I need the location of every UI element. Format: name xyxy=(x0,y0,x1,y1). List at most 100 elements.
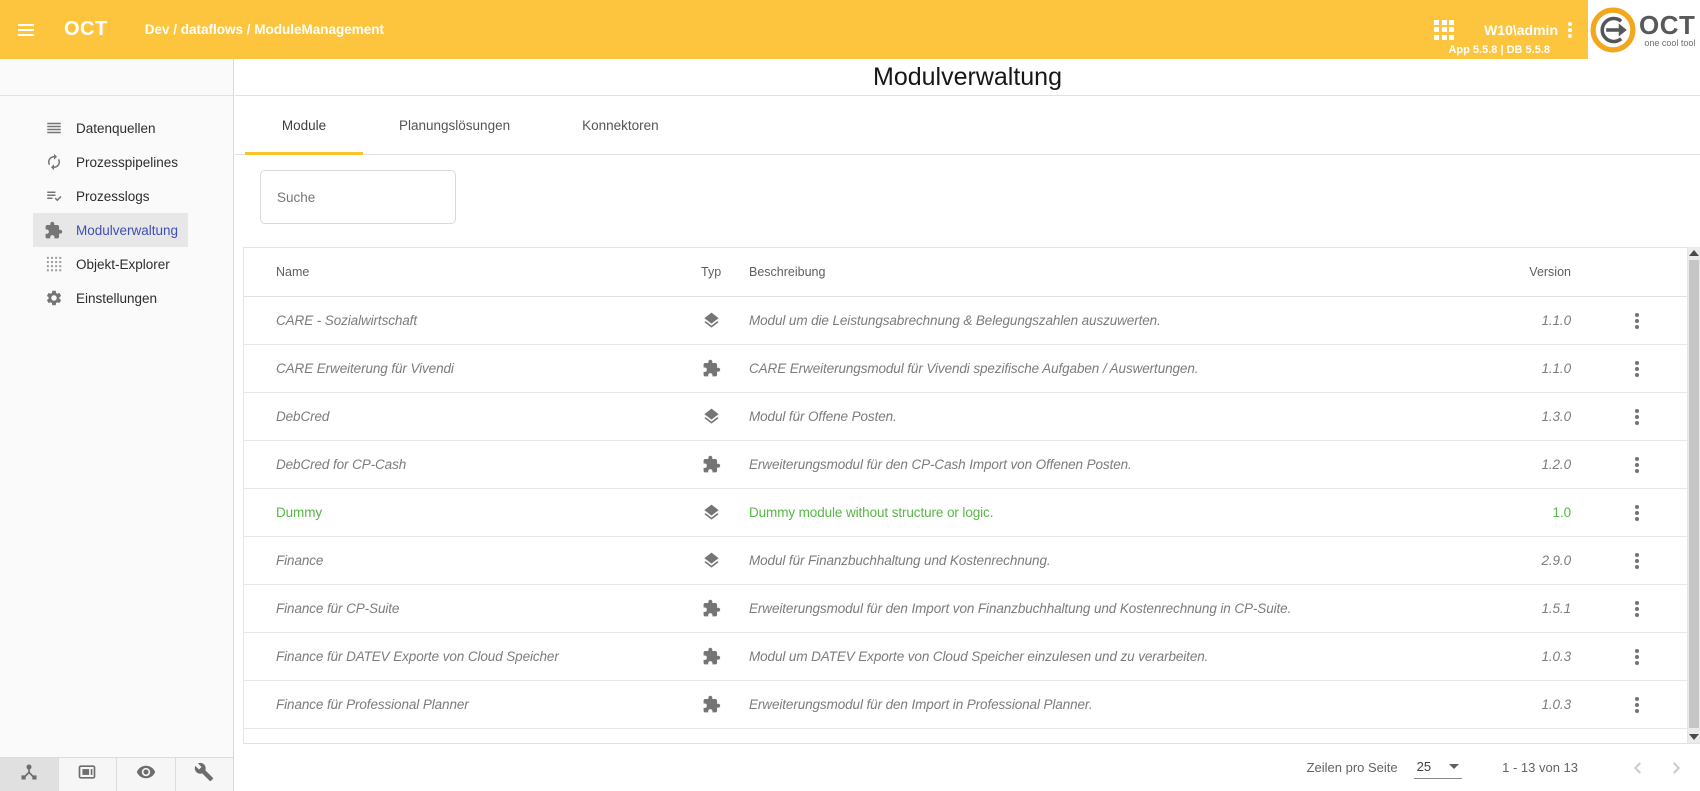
menu-icon[interactable] xyxy=(18,21,34,39)
sidebar-item-einstellungen[interactable]: Einstellungen xyxy=(33,281,167,315)
row-menu-icon[interactable] xyxy=(1633,453,1641,477)
module-version: 1.1.0 xyxy=(1486,313,1571,328)
table-row[interactable]: CARE Erweiterung für Vivendi CARE Erweit… xyxy=(244,345,1687,393)
column-header-beschreibung: Beschreibung xyxy=(733,265,1486,279)
module-name: DebCred xyxy=(244,409,689,424)
table-row[interactable]: Finance für DATEV Exporte von Cloud Spei… xyxy=(244,633,1687,681)
module-version: 1.3.0 xyxy=(1486,409,1571,424)
module-description: Erweiterungsmodul für den Import in Prof… xyxy=(733,697,1486,712)
user-menu[interactable]: W10\admin xyxy=(1484,20,1572,40)
next-page-button[interactable] xyxy=(1664,756,1688,780)
table-row[interactable]: Finance Modul für Finanzbuchhaltung und … xyxy=(244,537,1687,585)
column-header-version: Version xyxy=(1486,265,1571,279)
scrollbar-thumb[interactable] xyxy=(1689,260,1699,728)
sidebar-item-label: Objekt-Explorer xyxy=(76,257,170,272)
tool-flow-view[interactable] xyxy=(0,758,59,791)
tab-module[interactable]: Module xyxy=(245,96,363,154)
module-description: Erweiterungsmodul für den CP-Cash Import… xyxy=(733,457,1486,472)
row-menu-icon[interactable] xyxy=(1633,501,1641,525)
tool-preview[interactable] xyxy=(117,758,176,791)
sync-icon xyxy=(44,153,63,172)
table-row[interactable]: Dummy Dummy module without structure or … xyxy=(244,489,1687,537)
apps-grid-icon[interactable] xyxy=(1434,20,1454,40)
search-box xyxy=(260,170,456,224)
table-row[interactable]: CARE - Sozialwirtschaft Modul um die Lei… xyxy=(244,297,1687,345)
logo-title: OCT xyxy=(1639,12,1695,38)
module-version: 1.2.0 xyxy=(1486,457,1571,472)
module-name: CARE - Sozialwirtschaft xyxy=(244,313,689,328)
scroll-up-icon[interactable] xyxy=(1689,250,1699,256)
panel-icon xyxy=(77,762,97,787)
layers-icon xyxy=(689,407,733,426)
gear-icon xyxy=(44,289,63,308)
version-info: App 5.5.8 | DB 5.5.8 xyxy=(1448,44,1550,56)
row-menu-icon[interactable] xyxy=(1633,645,1641,669)
caret-down-icon xyxy=(1449,764,1459,769)
sidebar-item-prozesspipelines[interactable]: Prozesspipelines xyxy=(33,145,188,179)
sidebar-top-spacer xyxy=(0,59,233,96)
tab-label: Module xyxy=(282,118,326,133)
search-input[interactable] xyxy=(261,171,455,223)
user-kebab-icon[interactable] xyxy=(1568,20,1572,40)
sidebar-item-modulverwaltung[interactable]: Modulverwaltung xyxy=(33,213,188,247)
layers-icon xyxy=(689,311,733,330)
module-description: Modul um die Leistungsabrechnung & Beleg… xyxy=(733,313,1486,328)
row-menu-icon[interactable] xyxy=(1633,405,1641,429)
table-scrollbar[interactable] xyxy=(1688,247,1700,743)
puzzle-icon xyxy=(689,695,733,714)
row-menu-icon[interactable] xyxy=(1633,693,1641,717)
prev-page-button[interactable] xyxy=(1626,756,1650,780)
rows-per-page-value: 25 xyxy=(1417,759,1431,774)
sidebar-item-label: Prozesspipelines xyxy=(76,155,178,170)
hub-icon xyxy=(19,762,39,787)
table-row[interactable]: DebCred Modul für Offene Posten. 1.3.0 xyxy=(244,393,1687,441)
brand-logo: OCT one cool tool xyxy=(1588,0,1700,59)
module-version: 2.9.0 xyxy=(1486,553,1571,568)
rows-per-page-select[interactable]: 25 xyxy=(1414,756,1462,779)
eye-icon xyxy=(136,762,156,787)
table-row[interactable]: DebCred for CP-Cash Erweiterungsmodul fü… xyxy=(244,441,1687,489)
breadcrumb: Dev / dataflows / ModuleManagement xyxy=(145,22,384,37)
playlist-check-icon xyxy=(44,187,63,206)
row-menu-icon[interactable] xyxy=(1633,309,1641,333)
puzzle-icon xyxy=(689,455,733,474)
sidebar-item-prozesslogs[interactable]: Prozesslogs xyxy=(33,179,160,213)
tab-label: Planungslösungen xyxy=(399,118,510,133)
scroll-down-icon[interactable] xyxy=(1689,734,1699,740)
tab-label: Konnektoren xyxy=(582,118,659,133)
puzzle-icon xyxy=(689,647,733,666)
module-description: Erweiterungsmodul für den Import von Fin… xyxy=(733,601,1486,616)
grid-icon xyxy=(44,255,63,274)
tool-tools[interactable] xyxy=(176,758,234,791)
row-menu-icon[interactable] xyxy=(1633,357,1641,381)
page-title: Modulverwaltung xyxy=(235,59,1700,95)
sidebar-item-objekt-explorer[interactable]: Objekt-Explorer xyxy=(33,247,180,281)
row-menu-icon[interactable] xyxy=(1633,597,1641,621)
sidebar-item-datenquellen[interactable]: Datenquellen xyxy=(33,111,166,145)
chevron-left-icon xyxy=(1627,757,1649,779)
module-name: Finance für CP-Suite xyxy=(244,601,689,616)
puzzle-icon xyxy=(689,359,733,378)
module-description: Modul für Offene Posten. xyxy=(733,409,1486,424)
module-table: Name Typ Beschreibung Version CARE - Soz… xyxy=(243,247,1688,743)
module-name: Finance für Professional Planner xyxy=(244,697,689,712)
app-window: OCT Dev / dataflows / ModuleManagement W… xyxy=(0,0,1700,791)
tab-planungslösungen[interactable]: Planungslösungen xyxy=(363,96,546,154)
tool-panel-view[interactable] xyxy=(59,758,118,791)
tab-konnektoren[interactable]: Konnektoren xyxy=(546,96,695,154)
table-row[interactable]: Finance für CP-Suite Erweiterungsmodul f… xyxy=(244,585,1687,633)
module-name: CARE Erweiterung für Vivendi xyxy=(244,361,689,376)
module-version: 1.0.3 xyxy=(1486,649,1571,664)
row-menu-icon[interactable] xyxy=(1633,549,1641,573)
module-version: 1.0 xyxy=(1486,505,1571,520)
main-content: Modulverwaltung Module Planungslösungen Ko… xyxy=(235,59,1700,791)
table-row[interactable]: Finance für Professional Planner Erweite… xyxy=(244,681,1687,729)
layers-icon xyxy=(689,551,733,570)
module-description: Modul um DATEV Exporte von Cloud Speiche… xyxy=(733,649,1486,664)
tab-bar: Module Planungslösungen Konnektoren xyxy=(235,96,1700,155)
sidebar-footer-toolbar xyxy=(0,757,233,791)
module-description: Modul für Finanzbuchhaltung und Kostenre… xyxy=(733,553,1486,568)
puzzle-icon xyxy=(689,599,733,618)
module-name: Finance xyxy=(244,553,689,568)
module-name: DebCred for CP-Cash xyxy=(244,457,689,472)
